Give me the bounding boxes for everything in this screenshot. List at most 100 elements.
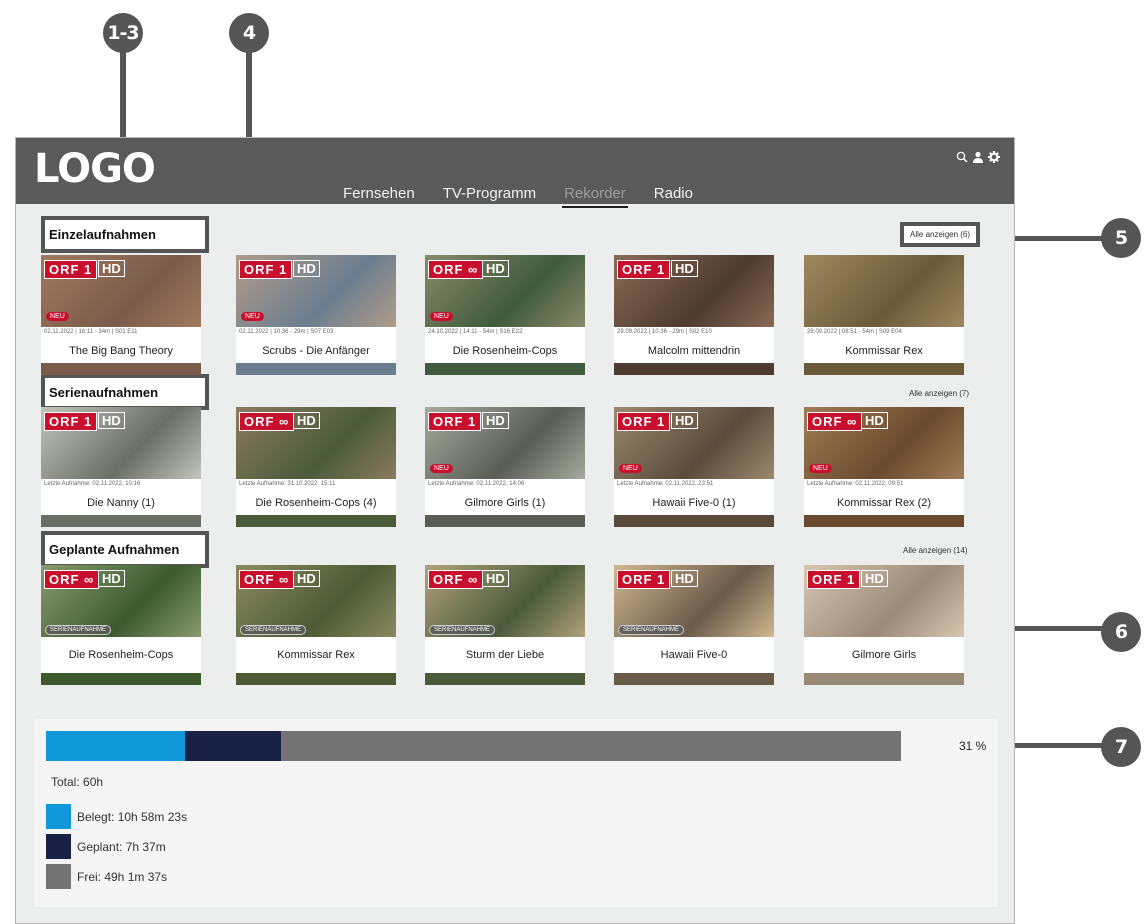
section-title-einzelaufnahmen: Einzelaufnahmen — [41, 216, 209, 253]
thumbnail-strip — [41, 363, 201, 375]
recording-card[interactable]: 28.09.2022 | 08:51 - 54m | S09 E04 Kommis… — [804, 255, 964, 375]
recording-title: Die Nanny (1) — [41, 491, 201, 515]
thumbnail-strip — [614, 363, 774, 375]
recording-card[interactable]: ORF 1 HD NEU Letzte Aufnahme: 02.11.2022, 1… — [425, 407, 585, 527]
recording-meta: 29.09.2022 | 10:36 - 29m | S02 E10 — [614, 327, 774, 339]
channel-logo: ORF 1 — [428, 412, 482, 431]
recording-title: Kommissar Rex — [236, 637, 396, 673]
channel-logo: ORF 1 — [617, 570, 671, 589]
user-icon[interactable] — [972, 151, 984, 166]
channel-logo: ORF 1 — [617, 260, 671, 279]
recording-meta: 02.11.2022 | 16:11 - 34m | S01 E11 — [41, 327, 201, 339]
recording-title: Scrubs - Die Anfänger — [236, 339, 396, 363]
recording-title: Hawaii Five-0 (1) — [614, 491, 774, 515]
recording-title: Die Rosenheim-Cops — [425, 339, 585, 363]
channel-logo: ORF 1 — [44, 412, 98, 431]
legend-label-belegt: Belegt: 10h 58m 23s — [77, 809, 188, 824]
thumbnail-strip — [41, 515, 201, 527]
header-icons — [956, 151, 1000, 166]
legend-label-geplant: Geplant: 7h 37m — [77, 839, 166, 854]
recording-meta: Letzte Aufnahme: 02.11.2022, 10:16 — [41, 479, 201, 491]
recording-title: Gilmore Girls — [804, 637, 964, 673]
hd-badge: HD — [293, 570, 320, 587]
recording-meta: 28.09.2022 | 08:51 - 54m | S09 E04 — [804, 327, 964, 339]
channel-logo: ORF 1 — [239, 260, 293, 279]
nav-fernsehen[interactable]: Fernsehen — [341, 185, 417, 208]
series-recording-badge: SERIENAUFNAHME — [618, 625, 685, 635]
new-badge: NEU — [46, 312, 69, 321]
legend-frei: Frei: 49h 1m 37s — [46, 864, 167, 889]
legend-belegt: Belegt: 10h 58m 23s — [46, 804, 187, 829]
recording-card[interactable]: ORF 1 HD NEU Letzte Aufnahme: 02.11.2022, 2… — [614, 407, 774, 527]
legend-label-frei: Frei: 49h 1m 37s — [77, 869, 168, 884]
thumbnail-strip — [614, 515, 774, 527]
legend-swatch-frei — [46, 864, 71, 889]
recording-card[interactable]: ORF 1 HD Gilmore Girls — [804, 565, 964, 685]
app-header: LOGO Fernsehen TV-Programm Rekorder Radi… — [16, 138, 1014, 208]
hd-badge: HD — [861, 412, 888, 429]
storage-segment-belegt — [46, 731, 185, 761]
channel-logo: ORF ∞ — [428, 260, 484, 279]
callout-badge-6: 6 — [1101, 612, 1141, 652]
channel-logo: ORF ∞ — [44, 570, 100, 589]
channel-logo: ORF ∞ — [428, 570, 484, 589]
show-all-serienaufnahmen[interactable]: Alle anzeigen (7) — [909, 389, 969, 398]
hd-badge: HD — [482, 570, 509, 587]
recording-card[interactable]: ORF 1 HD NEU 02.11.2022 | 10:36 - 29m | S07… — [236, 255, 396, 375]
callout-badge-4: 4 — [229, 13, 269, 53]
hd-badge: HD — [482, 260, 509, 277]
show-all-geplante-aufnahmen[interactable]: Alle anzeigen (14) — [903, 546, 967, 555]
channel-logo: ORF 1 — [617, 412, 671, 431]
storage-segment-geplant — [184, 731, 282, 761]
recording-title: Die Rosenheim-Cops — [41, 637, 201, 673]
section-title-serienaufnahmen: Serienaufnahmen — [41, 374, 209, 410]
thumbnail-strip — [425, 363, 585, 375]
recording-card[interactable]: ORF ∞ HD NEU Letzte Aufnahme: 02.11.2022, 0… — [804, 407, 964, 527]
show-all-einzelaufnahmen[interactable]: Alle anzeigen (6) — [900, 222, 981, 247]
hd-badge: HD — [98, 260, 125, 277]
recording-card[interactable]: ORF 1 HD SERIENAUFNAHME Hawaii Five-0 — [614, 565, 774, 685]
recording-title: The Big Bang Theory — [41, 339, 201, 363]
recording-card[interactable]: ORF ∞ HD SERIENAUFNAHME Sturm der Liebe — [425, 565, 585, 685]
thumbnail-strip — [41, 673, 201, 685]
channel-logo: ORF 1 — [807, 570, 861, 589]
channel-logo: ORF 1 — [44, 260, 98, 279]
recording-card[interactable]: ORF ∞ HD SERIENAUFNAHME Die Rosenheim-Cops — [41, 565, 201, 685]
search-icon[interactable] — [956, 151, 968, 166]
nav-tv-programm[interactable]: TV-Programm — [441, 185, 538, 208]
recording-title: Kommissar Rex (2) — [804, 491, 964, 515]
recording-meta: Letzte Aufnahme: 02.11.2022, 14:06 — [425, 479, 585, 491]
storage-panel: 31 % Total: 60h Belegt: 10h 58m 23s Gepl… — [34, 719, 998, 907]
main-nav: Fernsehen TV-Programm Rekorder Radio — [341, 185, 695, 208]
storage-segment-frei — [281, 731, 901, 761]
hd-badge: HD — [861, 570, 888, 587]
channel-logo: ORF ∞ — [807, 412, 863, 431]
nav-rekorder[interactable]: Rekorder — [562, 185, 628, 208]
recording-card[interactable]: ORF 1 HD 29.09.2022 | 10:36 - 29m | S02 E1… — [614, 255, 774, 375]
recording-title: Die Rosenheim-Cops (4) — [236, 491, 396, 515]
legend-geplant: Geplant: 7h 37m — [46, 834, 166, 859]
thumbnail-strip — [804, 363, 964, 375]
thumbnail-strip — [236, 515, 396, 527]
recording-card[interactable]: ORF 1 HD Letzte Aufnahme: 02.11.2022, 10:1… — [41, 407, 201, 527]
gear-icon[interactable] — [988, 151, 1000, 166]
storage-percent: 31 % — [959, 739, 987, 753]
callout-badge-1-3: 1-3 — [103, 13, 143, 53]
new-badge: NEU — [619, 464, 642, 473]
logo: LOGO — [34, 146, 156, 192]
recording-card[interactable]: ORF ∞ HD NEU 24.10.2022 | 14:11 - 54m | S16… — [425, 255, 585, 375]
legend-swatch-geplant — [46, 834, 71, 859]
hd-badge: HD — [293, 412, 320, 429]
recording-card[interactable]: ORF 1 HD NEU 02.11.2022 | 16:11 - 34m | S01… — [41, 255, 201, 375]
recording-card[interactable]: ORF ∞ HD Letzte Aufnahme: 31.10.2022, 15:1… — [236, 407, 396, 527]
recording-meta: Letzte Aufnahme: 31.10.2022, 15:11 — [236, 479, 396, 491]
new-badge: NEU — [430, 312, 453, 321]
recording-card[interactable]: ORF ∞ HD SERIENAUFNAHME Kommissar Rex — [236, 565, 396, 685]
section-title-geplante-aufnahmen: Geplante Aufnahmen — [41, 531, 209, 568]
legend-swatch-belegt — [46, 804, 71, 829]
hd-badge: HD — [98, 570, 125, 587]
new-badge: NEU — [430, 464, 453, 473]
nav-radio[interactable]: Radio — [652, 185, 695, 208]
recording-title: Kommissar Rex — [804, 339, 964, 363]
recording-thumbnail — [804, 255, 964, 327]
